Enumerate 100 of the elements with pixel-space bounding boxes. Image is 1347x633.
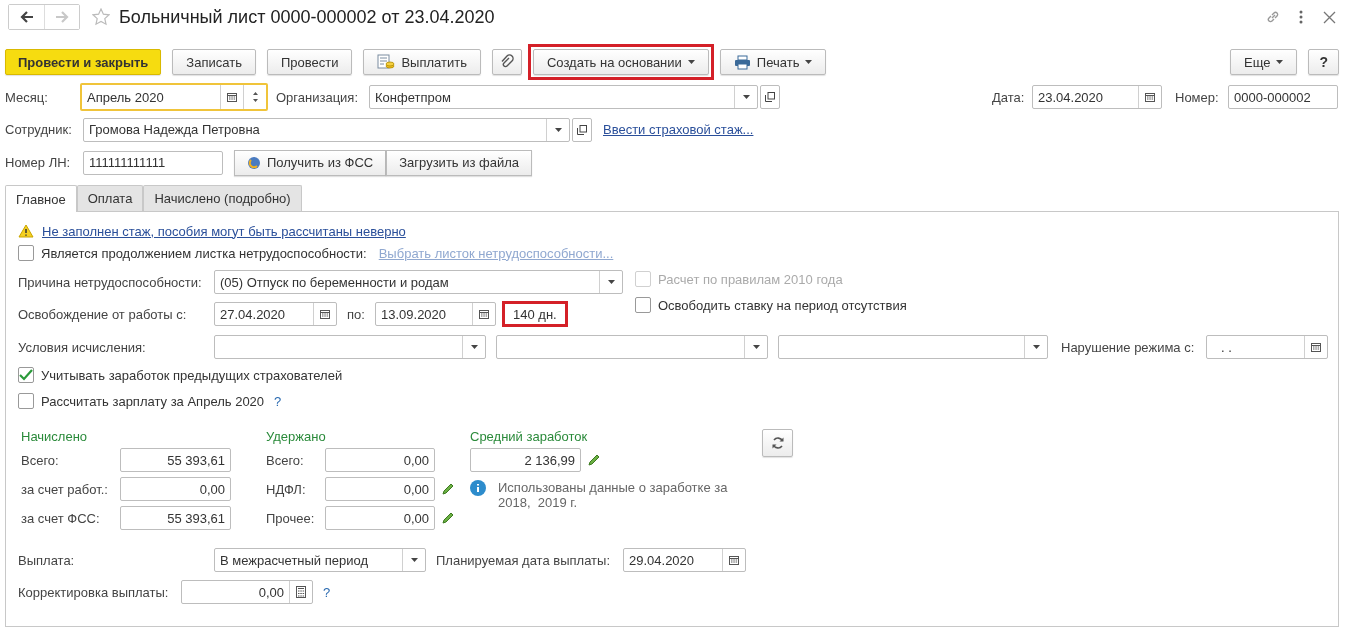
checkbox-label: Рассчитать зарплату за Апрель 2020 <box>41 393 265 409</box>
field-label: Дата: <box>992 89 1026 105</box>
dropdown-icon[interactable] <box>470 345 478 349</box>
caret-icon <box>805 60 813 64</box>
pencil-icon[interactable] <box>440 511 455 525</box>
calendar-icon[interactable] <box>320 309 330 319</box>
dropdown-icon[interactable] <box>1032 345 1040 349</box>
fss-button[interactable]: Загрузить из файла <box>386 149 533 176</box>
toolbar-button[interactable]: Провести <box>266 49 353 75</box>
organization-field[interactable]: Конфетпром <box>369 85 758 109</box>
field-label: Прочее: <box>266 510 316 526</box>
amount-field[interactable]: 55 393,61 <box>120 506 231 530</box>
copy-icon <box>577 124 587 135</box>
field-label: по: <box>347 306 366 322</box>
tab[interactable]: Главное <box>5 185 77 212</box>
field-label: Всего: <box>266 452 305 468</box>
pencil-icon[interactable] <box>440 482 455 496</box>
calendar-icon[interactable] <box>1145 92 1155 102</box>
date-field[interactable]: 27.04.2020 <box>214 302 337 326</box>
more-button[interactable]: Еще <box>1230 49 1298 75</box>
field-label: за счет работ.: <box>21 481 109 497</box>
field-label: Всего: <box>21 452 60 468</box>
dropdown-icon[interactable] <box>607 280 615 284</box>
field-label: Планируемая дата выплаты: <box>436 552 611 568</box>
dropdown-icon[interactable] <box>752 345 760 349</box>
dropdown-icon[interactable] <box>410 558 418 562</box>
toolbar-button[interactable]: Записать <box>172 49 256 75</box>
printer-icon <box>733 54 751 70</box>
star-icon[interactable] <box>92 8 110 26</box>
amount-field[interactable]: 0,00 <box>181 580 313 604</box>
calendar-icon[interactable] <box>227 92 237 102</box>
help-button[interactable]: ? <box>1308 49 1339 75</box>
section-heading: Удержано <box>266 429 327 445</box>
pencil-icon[interactable] <box>586 453 601 467</box>
open-button[interactable] <box>572 117 592 142</box>
dropdown-icon[interactable] <box>742 95 750 99</box>
date-field[interactable]: 23.04.2020 <box>1032 85 1162 109</box>
field-label: Причина нетрудоспособности: <box>18 274 203 290</box>
checkbox[interactable] <box>18 245 34 261</box>
date-field[interactable]: 13.09.2020 <box>375 302 496 326</box>
calendar-icon[interactable] <box>729 555 739 565</box>
amount-field[interactable]: 55 393,61 <box>120 448 231 472</box>
tab[interactable]: Начислено (подробно) <box>143 185 302 211</box>
post-and-close-button[interactable]: Провести и закрыть <box>5 49 162 75</box>
caret-icon <box>1276 60 1284 64</box>
help-link[interactable]: ? <box>323 584 331 600</box>
amount-field[interactable]: 0,00 <box>325 448 435 472</box>
pay-button[interactable]: Выплатить <box>363 49 481 75</box>
arrow-right-icon <box>55 11 69 23</box>
field-label: Месяц: <box>5 89 49 105</box>
amount-field[interactable]: 0,00 <box>325 506 435 530</box>
help-link[interactable]: ? <box>274 393 282 409</box>
info-note: Использованы данные о заработке за 2018, 2019 г. <box>498 480 729 510</box>
reason-field[interactable]: (05) Отпуск по беременности и родам <box>214 270 623 294</box>
section-heading: Начислено <box>21 429 89 445</box>
month-field[interactable]: Апрель 2020 <box>80 83 268 111</box>
insurance-record-link[interactable]: Ввести страховой стаж... <box>603 122 754 137</box>
field-label: Выплата: <box>18 552 76 568</box>
spin-icon[interactable] <box>251 91 259 103</box>
close-icon[interactable] <box>1323 10 1336 24</box>
info-icon <box>470 480 486 496</box>
field-label: Сотрудник: <box>5 122 73 137</box>
copy-icon <box>765 92 775 102</box>
refresh-icon <box>770 436 785 450</box>
payment-select[interactable]: В межрасчетный период <box>214 548 426 572</box>
calendar-icon[interactable] <box>1311 342 1321 352</box>
print-button[interactable]: Печать <box>719 49 827 75</box>
calendar-icon[interactable] <box>479 309 489 319</box>
warning-link[interactable]: Не заполнен стаж, пособия могут быть рассчитаны неверно <box>42 223 406 239</box>
open-button[interactable] <box>760 85 780 109</box>
more-icon[interactable] <box>1299 10 1303 24</box>
checkbox[interactable] <box>635 297 651 313</box>
checkbox[interactable] <box>18 393 34 409</box>
refresh-button[interactable] <box>762 429 793 457</box>
create-based-on-button[interactable]: Создать на основании <box>532 49 709 75</box>
link-icon[interactable] <box>1265 9 1281 25</box>
document-coins-icon <box>377 54 396 70</box>
field-label: Нарушение режима с: <box>1061 339 1196 355</box>
sick-note-number-field[interactable]: 111111111111 <box>83 150 223 175</box>
fss-button[interactable]: Получить из ФСС <box>234 149 387 176</box>
amount-field[interactable]: 0,00 <box>120 477 231 501</box>
attach-button[interactable] <box>491 49 522 75</box>
checkbox-label: Расчет по правилам 2010 года <box>658 271 843 287</box>
field-label: Корректировка выплаты: <box>18 584 170 600</box>
date-field[interactable]: . . <box>1206 335 1328 359</box>
tab[interactable]: Оплата <box>76 185 144 211</box>
field-label: Номер ЛН: <box>5 155 72 170</box>
field-label: Номер: <box>1175 89 1220 105</box>
amount-field[interactable]: 0,00 <box>325 477 435 501</box>
field-label: Освобождение от работы с: <box>18 306 188 322</box>
dropdown-icon[interactable] <box>554 127 562 132</box>
checkbox-label: Является продолжением листка нетрудоспособности: <box>41 245 367 261</box>
field-label: за счет ФСС: <box>21 510 101 526</box>
arrow-left-icon <box>19 11 34 23</box>
checkbox[interactable] <box>18 367 34 383</box>
date-field[interactable]: 29.04.2020 <box>623 548 746 572</box>
number-field[interactable]: 0000-000002 <box>1228 85 1338 109</box>
employee-field[interactable]: Громова Надежда Петровна <box>83 117 570 142</box>
amount-field[interactable]: 2 136,99 <box>470 448 581 472</box>
calculator-icon[interactable] <box>296 586 306 598</box>
